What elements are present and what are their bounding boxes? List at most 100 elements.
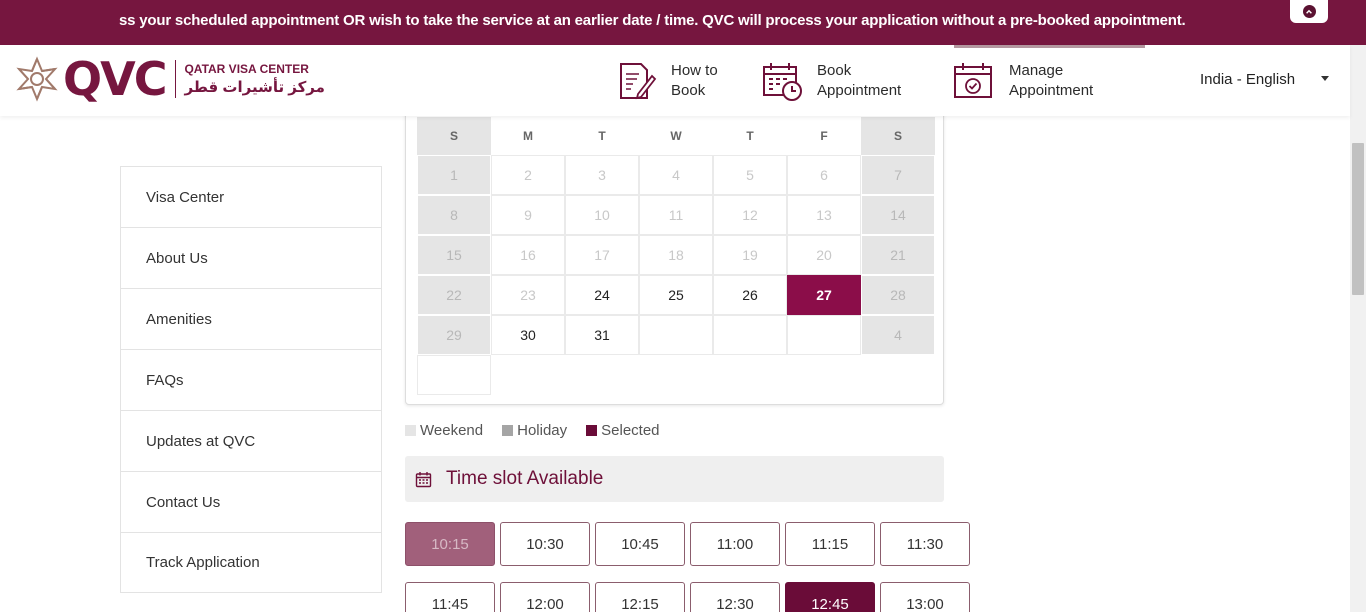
logo-english: QATAR VISA CENTER — [184, 62, 309, 76]
nav-manage-appointment[interactable]: Manage Appointment — [953, 45, 1093, 116]
chevron-up-icon — [1302, 5, 1316, 18]
calendar-day: 17 — [565, 235, 639, 275]
timeslot-button[interactable]: 11:45 — [405, 582, 495, 612]
calendar-day: 15 — [417, 235, 491, 275]
calendar-day: 5 — [713, 155, 787, 195]
calendar-day: 21 — [861, 235, 935, 275]
calendar-day: 19 — [713, 235, 787, 275]
calendar-icon — [415, 471, 432, 487]
timeslot-header: Time slot Available — [405, 456, 944, 502]
calendar-legend: Weekend Holiday Selected — [405, 422, 679, 439]
calendar-day: 10 — [565, 195, 639, 235]
language-selector[interactable]: India - English — [1200, 71, 1295, 88]
calendar-day: 12 — [713, 195, 787, 235]
nav-how-to-book-label: How to Book — [671, 61, 718, 101]
nav-manage-appointment-line1: Manage — [1009, 61, 1064, 79]
legend-label: Weekend — [420, 422, 484, 439]
calendar-day: 11 — [639, 195, 713, 235]
calendar-day: 6 — [787, 155, 861, 195]
nav-how-to-book-line2: Book — [671, 81, 706, 99]
qvc-logo[interactable]: QVC QATAR VISA CENTER مركز تأشيرات قطر — [14, 56, 325, 102]
scrollbar-track[interactable] — [1350, 45, 1366, 612]
timeslot-button-selected[interactable]: 12:45 — [785, 582, 875, 612]
sidebar-item-contact-us[interactable]: Contact Us — [120, 471, 382, 532]
calendar-weekday-header: S — [417, 117, 491, 155]
calendar-day-selected[interactable]: 27 — [787, 275, 861, 315]
calendar-day[interactable]: 26 — [713, 275, 787, 315]
calendar-day: 18 — [639, 235, 713, 275]
timeslot-button[interactable]: 11:00 — [690, 522, 780, 566]
calendar-empty-cell — [639, 315, 713, 355]
calendar-day: 7 — [861, 155, 935, 195]
nav-book-appointment[interactable]: Book Appointment — [761, 45, 901, 116]
calendar-day: 2 — [491, 155, 565, 195]
appointment-calendar: S M T W T F S 1 2 3 4 5 6 7 8 9 10 11 12 13 14 15 16 17 18 19 20 21… — [405, 105, 944, 405]
calendar-day: 22 — [417, 275, 491, 315]
timeslot-button[interactable]: 12:00 — [500, 582, 590, 612]
sidebar-item-about-us[interactable]: About Us — [120, 227, 382, 288]
calendar-day: 20 — [787, 235, 861, 275]
document-pen-icon — [620, 62, 657, 99]
calendar-day[interactable]: 30 — [491, 315, 565, 355]
sidebar-menu: Visa Center About Us Amenities FAQs Upda… — [120, 166, 382, 593]
announcement-banner: ss your scheduled appointment OR wish to… — [0, 0, 1366, 45]
sidebar-item-updates[interactable]: Updates at QVC — [120, 410, 382, 471]
calendar-day: 1 — [417, 155, 491, 195]
timeslot-button[interactable]: 12:15 — [595, 582, 685, 612]
timeslot-button[interactable]: 13:00 — [880, 582, 970, 612]
timeslot-button[interactable]: 11:30 — [880, 522, 970, 566]
sidebar-item-visa-center[interactable]: Visa Center — [120, 166, 382, 227]
legend-label: Holiday — [517, 422, 568, 439]
logo-wordmark: QVC — [63, 52, 167, 106]
calendar-day[interactable]: 31 — [565, 315, 639, 355]
calendar-weekday-header: S — [861, 117, 935, 155]
scrollbar-thumb[interactable] — [1352, 143, 1364, 295]
timeslot-button[interactable]: 11:15 — [785, 522, 875, 566]
timeslot-button[interactable]: 12:30 — [690, 582, 780, 612]
logo-text: QATAR VISA CENTER مركز تأشيرات قطر — [184, 62, 324, 96]
calendar-weekday-header: M — [523, 129, 533, 143]
calendar-day: 13 — [787, 195, 861, 235]
nav-book-appointment-line2: Appointment — [817, 81, 902, 99]
sidebar-item-faqs[interactable]: FAQs — [120, 349, 382, 410]
logo-divider — [175, 60, 177, 98]
calendar-weekday-header: W — [670, 129, 682, 143]
calendar-weekday-header: F — [820, 129, 828, 143]
sidebar-item-track-application[interactable]: Track Application — [120, 532, 382, 593]
legend-swatch — [502, 425, 514, 436]
nav-manage-appointment-label: Manage Appointment — [1009, 61, 1093, 101]
nav-how-to-book[interactable]: How to Book — [615, 45, 718, 116]
calendar-day: 23 — [491, 275, 565, 315]
calendar-day[interactable]: 24 — [565, 275, 639, 315]
calendar-check-icon — [954, 62, 992, 98]
calendar-day: 29 — [417, 315, 491, 355]
timeslot-button[interactable]: 10:45 — [595, 522, 685, 566]
calendar-day: 28 — [861, 275, 935, 315]
timeslot-button: 10:15 — [405, 522, 495, 566]
calendar-day[interactable]: 25 — [639, 275, 713, 315]
calendar-empty-cell — [787, 315, 861, 355]
calendar-day: 4 — [861, 315, 935, 355]
logo-emblem-icon — [16, 56, 58, 102]
calendar-day: 9 — [491, 195, 565, 235]
calendar-day: 14 — [861, 195, 935, 235]
banner-toggle-button[interactable] — [1290, 0, 1328, 23]
nav-how-to-book-line1: How to — [671, 61, 718, 79]
site-header: QVC QATAR VISA CENTER مركز تأشيرات قطر H… — [0, 45, 1350, 116]
legend-item: Holiday — [502, 422, 567, 439]
calendar-clock-icon — [763, 62, 802, 101]
calendar-weekday-header: T — [746, 129, 754, 143]
calendar-weekday-header: T — [598, 129, 606, 143]
timeslot-title: Time slot Available — [446, 468, 604, 489]
nav-book-appointment-line1: Book — [817, 61, 852, 79]
legend-swatch — [405, 425, 416, 436]
caret-down-icon[interactable] — [1321, 76, 1329, 81]
logo-arabic: مركز تأشيرات قطر — [184, 79, 325, 96]
legend-item: Selected — [586, 422, 660, 439]
nav-manage-appointment-line2: Appointment — [1009, 81, 1094, 99]
nav-book-appointment-label: Book Appointment — [817, 61, 901, 101]
timeslot-button[interactable]: 10:30 — [500, 522, 590, 566]
sidebar-item-amenities[interactable]: Amenities — [120, 288, 382, 349]
calendar-empty-cell — [417, 355, 491, 395]
legend-label: Selected — [601, 422, 660, 439]
